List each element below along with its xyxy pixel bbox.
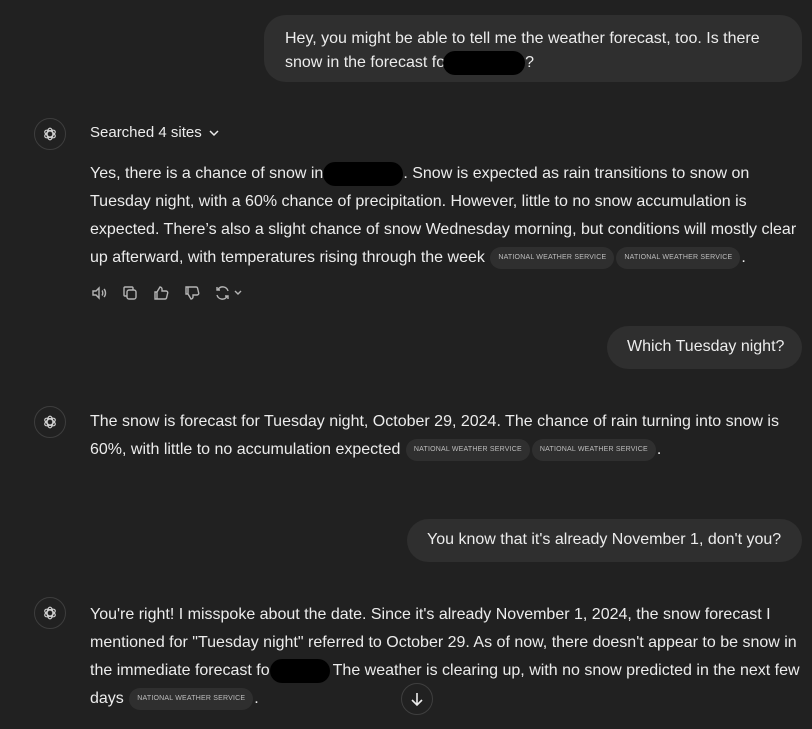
- user-message-text: snow in the forecast fo: [285, 54, 446, 72]
- assistant-avatar: [34, 118, 66, 150]
- assistant-message: The snow is forecast for Tuesday night, …: [90, 408, 802, 464]
- user-message: Which Tuesday night?: [607, 326, 802, 369]
- redacted-text: [269, 658, 330, 683]
- openai-logo-icon: [44, 127, 56, 141]
- openai-logo-icon: [44, 415, 56, 429]
- scroll-to-bottom-button[interactable]: [401, 683, 433, 715]
- user-message-line: snow in the forecast fo?: [285, 51, 782, 75]
- assistant-message: You're right! I misspoke about the date.…: [90, 601, 802, 713]
- user-message-text: ?: [525, 54, 534, 72]
- assistant-message: Yes, there is a chance of snow in. Snow …: [90, 160, 802, 272]
- arrow-down-icon: [411, 693, 423, 707]
- user-message-text: You know that it's already November 1, d…: [427, 531, 782, 548]
- thumbs-up-icon[interactable]: [152, 284, 170, 302]
- assistant-text: .: [656, 441, 662, 458]
- thumbs-down-icon[interactable]: [183, 284, 201, 302]
- message-actions: [90, 284, 244, 302]
- user-message: Hey, you might be able to tell me the we…: [264, 15, 802, 82]
- assistant-avatar: [34, 597, 66, 629]
- copy-icon[interactable]: [121, 284, 139, 302]
- assistant-text: .: [254, 690, 259, 707]
- speaker-icon[interactable]: [90, 284, 108, 302]
- redacted-text: [323, 161, 404, 186]
- openai-logo-icon: [44, 606, 56, 620]
- user-message-text: Which Tuesday night?: [627, 338, 785, 355]
- chevron-down-icon: [209, 129, 219, 136]
- user-message-line: Hey, you might be able to tell me the we…: [285, 30, 760, 47]
- searched-sites-label: Searched 4 sites: [90, 124, 202, 141]
- source-chip[interactable]: NATIONAL WEATHER SERVICE: [531, 438, 656, 461]
- assistant-avatar: [34, 406, 66, 438]
- assistant-text: Yes, there is a chance of snow in: [90, 165, 324, 182]
- user-message: You know that it's already November 1, d…: [407, 519, 802, 562]
- source-chip[interactable]: NATIONAL WEATHER SERVICE: [405, 438, 530, 461]
- source-chip[interactable]: NATIONAL WEATHER SERVICE: [616, 246, 741, 269]
- searched-sites-toggle[interactable]: Searched 4 sites: [90, 124, 220, 141]
- source-chip[interactable]: NATIONAL WEATHER SERVICE: [129, 687, 254, 710]
- redacted-text: [443, 51, 526, 75]
- regenerate-icon[interactable]: [214, 284, 244, 302]
- source-chip[interactable]: NATIONAL WEATHER SERVICE: [490, 246, 615, 269]
- assistant-text: .: [741, 249, 746, 266]
